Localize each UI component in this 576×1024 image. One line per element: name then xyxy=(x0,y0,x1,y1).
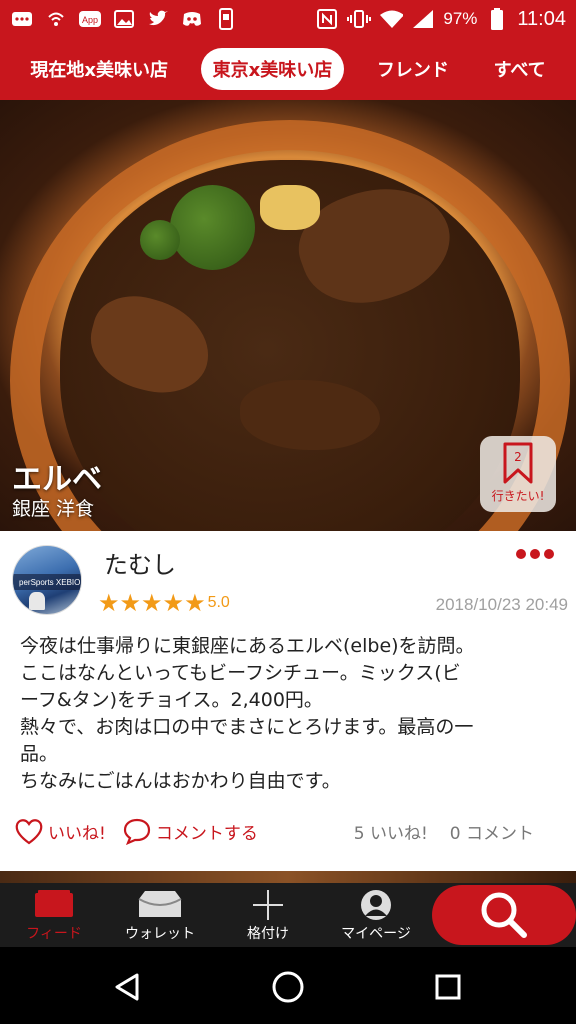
battery-percent: 97% xyxy=(443,9,478,28)
nfc-icon xyxy=(315,8,339,30)
back-icon xyxy=(115,973,139,1001)
clock: 11:04 xyxy=(517,7,566,30)
nav-mypage[interactable]: マイページ xyxy=(326,883,426,947)
search-icon xyxy=(481,892,527,938)
tab-nearby[interactable]: 現在地x美味い店 xyxy=(18,48,180,90)
next-card-peek xyxy=(0,871,576,883)
wifi-call-icon xyxy=(44,8,68,30)
tab-friends[interactable]: フレンド xyxy=(365,48,461,90)
star-icon: ★ xyxy=(162,589,185,617)
review-text: 今夜は仕事帰りに東銀座にあるエルベ(elbe)を訪問。 ここはなんといってもビー… xyxy=(20,633,568,795)
star-icon: ★ xyxy=(184,589,206,617)
more-options-button[interactable] xyxy=(516,549,554,559)
heart-icon xyxy=(15,819,43,845)
nav-rate[interactable]: 格付け xyxy=(218,883,318,947)
more-dot xyxy=(544,549,554,559)
search-button[interactable] xyxy=(432,885,576,945)
restaurant-name[interactable]: エルベ xyxy=(12,454,102,498)
status-right-icons: 97% 11:04 xyxy=(315,8,566,31)
rating-value: 5.0 xyxy=(207,594,230,611)
avatar-text: perSports XEBIO xyxy=(19,578,81,587)
review-line: 今夜は仕事帰りに東銀座にあるエルベ(elbe)を訪問。 xyxy=(20,635,475,657)
notification-icon xyxy=(10,8,34,30)
avatar-figure xyxy=(29,592,45,610)
potato xyxy=(260,185,320,230)
nav-rate-label: 格付け xyxy=(247,926,289,942)
wallet-icon xyxy=(110,889,210,919)
system-navigation-bar xyxy=(0,947,576,1024)
want-to-go-label: 行きたい! xyxy=(491,489,545,503)
nav-mypage-label: マイページ xyxy=(341,926,411,942)
wifi-icon xyxy=(379,8,404,30)
nav-wallet[interactable]: ウォレット xyxy=(110,883,210,947)
feed-tab-bar: 現在地x美味い店 東京x美味い店 フレンド すべて xyxy=(0,38,576,100)
review-line: 熱々で、お肉は口の中でまさにとろけます。最高の一 xyxy=(20,716,474,738)
app-screen: App 97% 11:04 現在地x美味い店 東京x美味い店 フレンド すべて … xyxy=(0,0,576,1024)
like-count[interactable]: 5 いいね! xyxy=(354,819,428,844)
feed-icon xyxy=(4,889,104,919)
star-icon: ★ xyxy=(119,589,142,617)
review-line: ーフ&タン)をチョイス。2,400円。 xyxy=(20,689,323,711)
comment-count[interactable]: 0 コメント xyxy=(450,819,534,844)
phone-icon xyxy=(214,8,238,30)
twitter-icon xyxy=(146,8,170,30)
review-card: perSports XEBIO たむし ★ ★ ★ ★ ★ 5.0 2018/1… xyxy=(0,531,576,871)
comment-icon xyxy=(123,818,150,845)
nav-feed-label: フィード xyxy=(26,926,82,942)
status-left-icons: App xyxy=(10,8,238,30)
bookmark-icon xyxy=(503,442,533,484)
want-to-go-button[interactable]: 2 行きたい! xyxy=(480,436,556,512)
restaurant-photo[interactable]: エルベ 銀座 洋食 2 行きたい! xyxy=(0,100,576,531)
image-icon xyxy=(112,8,136,30)
svg-text:App: App xyxy=(82,15,98,25)
home-icon xyxy=(272,971,304,1003)
broccoli xyxy=(170,185,255,270)
recents-icon xyxy=(435,974,461,1000)
engagement-counts: 5 いいね! 0 コメント xyxy=(354,819,564,844)
avatar[interactable]: perSports XEBIO xyxy=(12,545,82,615)
post-date: 2018/10/23 20:49 xyxy=(435,595,568,614)
star-icon: ★ xyxy=(141,589,163,617)
comment-label: コメントする xyxy=(155,823,258,844)
home-button[interactable] xyxy=(268,967,308,1007)
profile-icon xyxy=(326,889,426,921)
post-actions: いいね! コメントする 5 いいね! 0 コメント xyxy=(14,815,564,847)
discord-icon xyxy=(180,8,204,30)
like-button[interactable]: いいね! xyxy=(14,817,106,845)
star-icon: ★ xyxy=(98,589,120,617)
review-line: ちなみにごはんはおかわり自由です。 xyxy=(20,770,341,792)
more-dot xyxy=(530,549,540,559)
status-bar: App 97% 11:04 xyxy=(0,0,576,38)
username[interactable]: たむし xyxy=(104,545,176,580)
restaurant-area-genre: 銀座 洋食 xyxy=(12,498,95,520)
recents-button[interactable] xyxy=(428,967,468,1007)
like-label: いいね! xyxy=(48,823,106,844)
signal-icon xyxy=(411,8,435,30)
nav-feed[interactable]: フィード xyxy=(4,883,104,947)
want-to-go-count: 2 xyxy=(514,450,522,464)
broccoli xyxy=(140,220,180,260)
battery-icon xyxy=(485,8,509,30)
tab-all[interactable]: すべて xyxy=(482,48,558,90)
back-button[interactable] xyxy=(108,967,148,1007)
review-line: 品。 xyxy=(20,743,59,765)
review-line: ここはなんといってもビーフシチュー。ミックス(ビ xyxy=(20,662,461,684)
bottom-navigation: フィード ウォレット 格付け マイページ xyxy=(0,883,576,947)
vibrate-icon xyxy=(347,8,372,30)
tab-tokyo[interactable]: 東京x美味い店 xyxy=(200,48,345,90)
app-icon: App xyxy=(78,8,102,30)
nav-wallet-label: ウォレット xyxy=(125,926,195,942)
plus-icon xyxy=(218,889,318,921)
more-dot xyxy=(516,549,526,559)
comment-button[interactable]: コメントする xyxy=(122,817,258,845)
star-rating: ★ ★ ★ ★ ★ 5.0 xyxy=(98,591,230,615)
